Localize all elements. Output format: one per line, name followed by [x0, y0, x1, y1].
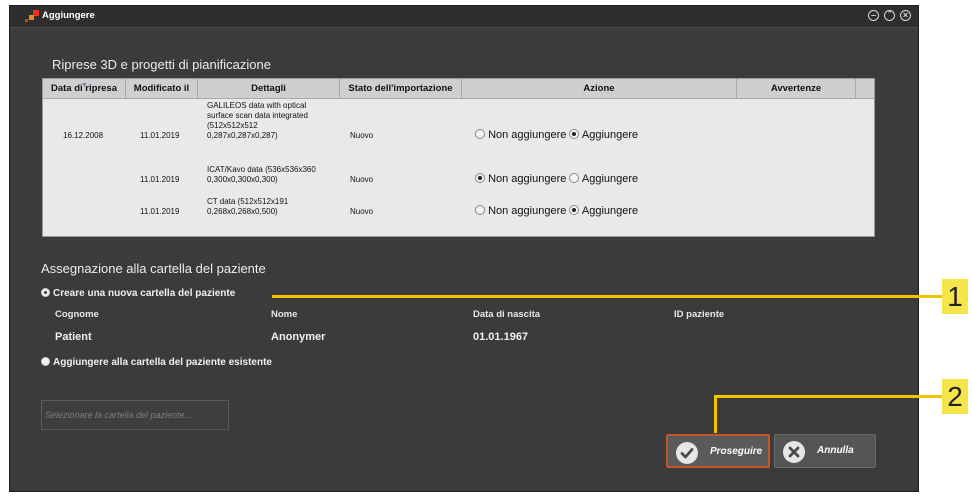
cancel-x-icon	[783, 441, 805, 463]
callout-1-line	[272, 295, 942, 298]
row1-modified: 11.01.2019	[140, 131, 180, 140]
scans-section-title: Riprese 3D e progetti di pianificazione	[52, 57, 271, 72]
existing-folder-radio[interactable]	[41, 357, 50, 366]
column-header-warnings[interactable]: Avvertenze	[737, 79, 856, 98]
minimize-icon[interactable]: –	[868, 10, 879, 21]
row1-not-add-label[interactable]: Non aggiungere	[488, 129, 566, 141]
close-icon[interactable]: ×	[900, 10, 911, 21]
row2-add-label[interactable]: Aggiungere	[582, 173, 638, 185]
name-value: Anonymer	[271, 331, 326, 343]
app-logo-icon	[25, 10, 39, 22]
name-label: Nome	[271, 309, 298, 320]
patient-section-title: Assegnazione alla cartella del paziente	[41, 261, 266, 276]
row1-status: Nuovo	[350, 131, 374, 140]
surname-value: Patient	[55, 331, 92, 343]
row3-radio-not-add[interactable]	[475, 205, 485, 215]
new-folder-option[interactable]: Creare una nuova cartella del paziente	[41, 288, 235, 299]
column-header-details[interactable]: Dettagli	[198, 79, 340, 98]
patient-id-label: ID paziente	[674, 309, 725, 320]
row3-add-label[interactable]: Aggiungere	[582, 205, 638, 217]
callout-2-line-vertical	[714, 395, 717, 433]
row2-details: ICAT/Kavo data (536x536x360 0,300x0,300x…	[207, 165, 316, 184]
row2-radio-not-add[interactable]	[475, 173, 485, 183]
title-bar: Aggiungere – ˆ ×	[10, 6, 918, 28]
row2-action: Non aggiungere Aggiungere	[475, 173, 638, 185]
row2-radio-add[interactable]	[569, 173, 580, 183]
cancel-label: Annulla	[817, 445, 854, 456]
row2-not-add-label[interactable]: Non aggiungere	[488, 173, 566, 185]
table-header: ▼ Data di ripresa Modificato il Dettagli…	[43, 79, 874, 99]
select-patient-folder-button[interactable]: Selezionare la cartella del paziente...	[41, 400, 229, 430]
cancel-button[interactable]: Annulla	[774, 434, 876, 468]
continue-label: Proseguire	[710, 446, 763, 457]
row2-modified: 11.01.2019	[140, 175, 180, 184]
callout-2-line-horizontal	[714, 395, 942, 398]
column-header-modified[interactable]: Modificato il	[126, 79, 198, 98]
row1-details: GALILEOS data with optical surface scan …	[207, 101, 308, 140]
row3-action: Non aggiungere Aggiungere	[475, 205, 638, 217]
birth-date-value: 01.01.1967	[473, 331, 529, 343]
add-dialog-window: Aggiungere – ˆ × Riprese 3D e progetti d…	[9, 5, 919, 492]
column-header-status[interactable]: Stato dell'importazione	[340, 79, 462, 98]
surname-label: Cognome	[55, 309, 99, 320]
scans-table: ▼ Data di ripresa Modificato il Dettagli…	[42, 78, 875, 237]
row3-not-add-label[interactable]: Non aggiungere	[488, 205, 566, 217]
window-title: Aggiungere	[42, 10, 95, 21]
continue-button[interactable]: Proseguire	[666, 434, 770, 468]
row2-status: Nuovo	[350, 175, 374, 184]
callout-2-badge: 2	[942, 379, 968, 414]
birth-date-label: Data di nascita	[473, 309, 541, 320]
checkmark-icon	[676, 442, 698, 464]
row3-status: Nuovo	[350, 207, 374, 216]
row1-add-label[interactable]: Aggiungere	[582, 129, 638, 141]
row1-date: 16.12.2008	[63, 131, 104, 140]
column-header-date[interactable]: ▼ Data di ripresa	[43, 79, 126, 98]
row3-details: CT data (512x512x191 0,268x0,268x0,500)	[207, 197, 289, 216]
row3-modified: 11.01.2019	[140, 207, 180, 216]
row1-radio-add[interactable]	[569, 129, 580, 139]
row1-radio-not-add[interactable]	[475, 129, 485, 139]
maximize-icon[interactable]: ˆ	[884, 10, 895, 21]
new-folder-radio[interactable]	[41, 288, 50, 297]
column-header-action[interactable]: Azione	[462, 79, 737, 98]
row1-action: Non aggiungere Aggiungere	[475, 129, 638, 141]
row3-radio-add[interactable]	[569, 205, 580, 215]
existing-folder-option[interactable]: Aggiungere alla cartella del paziente es…	[41, 357, 272, 368]
sort-arrow-icon: ▼	[81, 82, 88, 89]
callout-1-badge: 1	[942, 279, 968, 314]
